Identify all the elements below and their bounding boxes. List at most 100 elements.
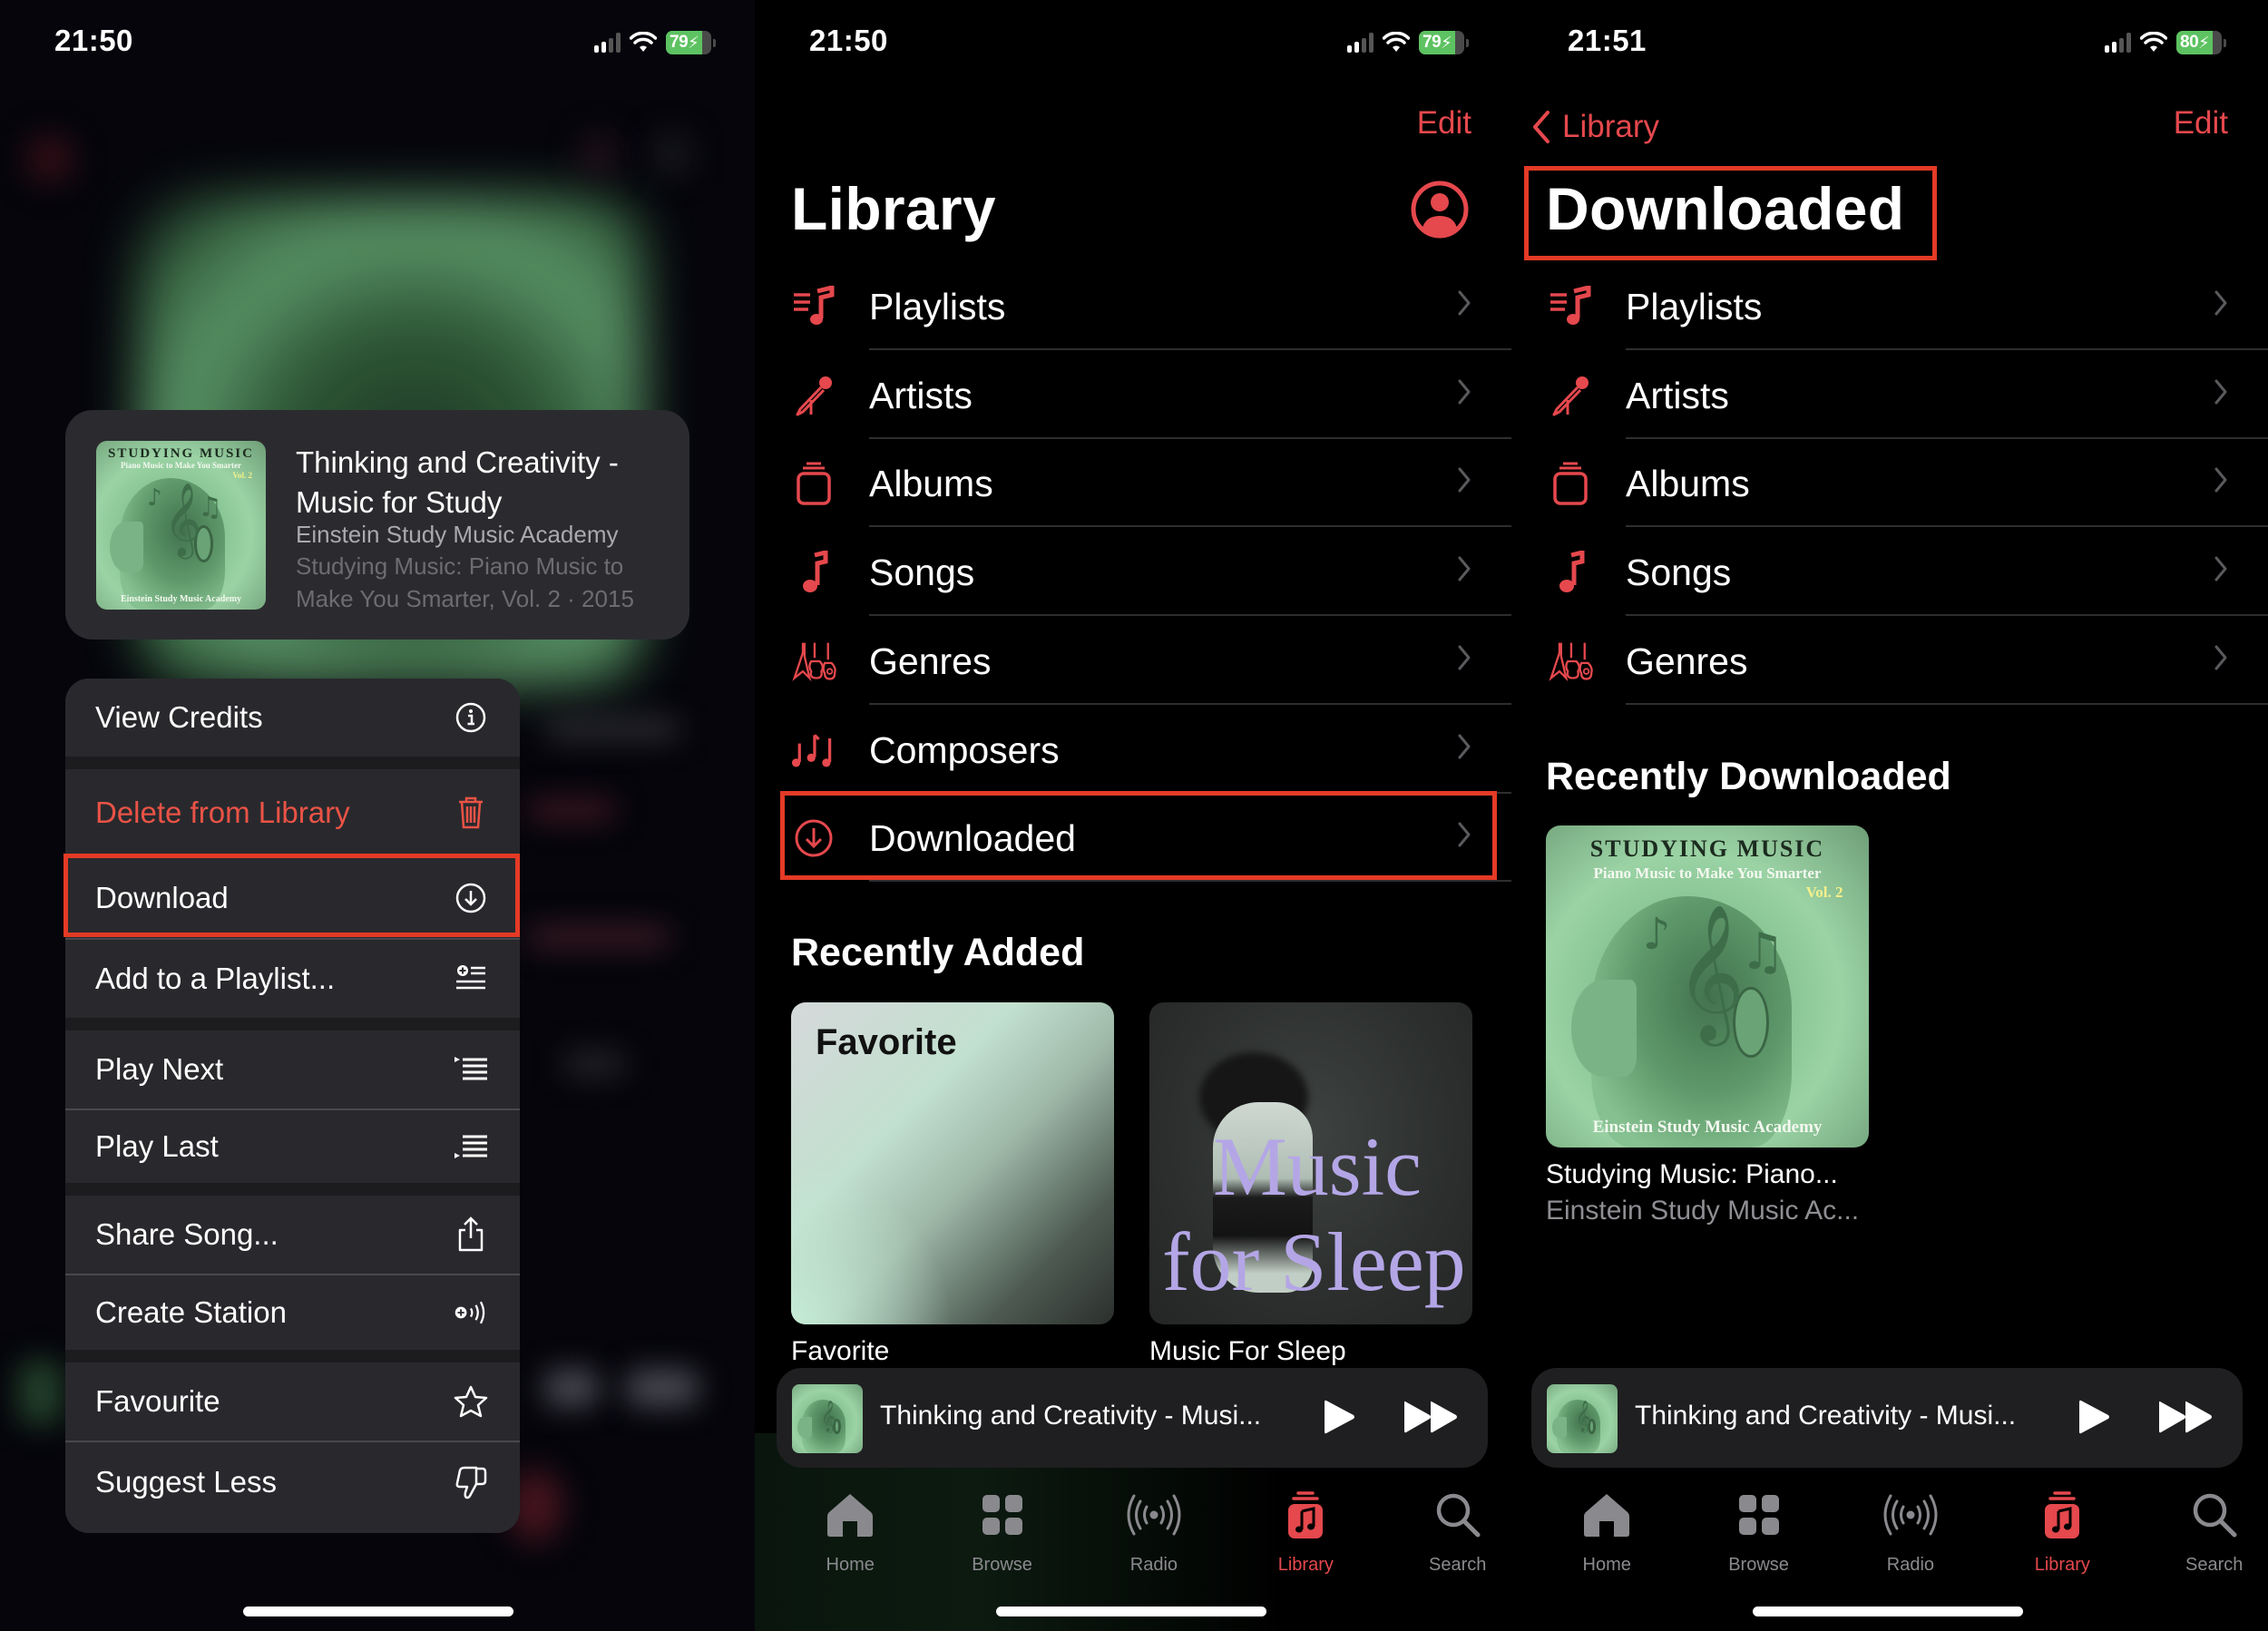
library-row-label: Albums [869, 463, 993, 505]
chevron-right-icon [1457, 378, 1471, 410]
play-button[interactable] [2076, 1397, 2112, 1441]
library-row-songs[interactable]: Songs [1511, 528, 2268, 617]
menu-item-add-to-playlist[interactable]: Add to a Playlist... [65, 940, 520, 1018]
recently-added-label[interactable]: Favorite [791, 1336, 889, 1367]
row-separator [1626, 348, 2268, 350]
library-row-playlists[interactable]: Playlists [755, 262, 1511, 350]
library-row-albums[interactable]: Albums [755, 439, 1511, 528]
tab-search[interactable]: Search [1403, 1488, 1511, 1576]
edit-button[interactable]: Edit [2174, 105, 2228, 142]
menu-item-delete-from-library[interactable]: Delete from Library [65, 769, 520, 856]
fast-forward-button[interactable] [1403, 1399, 1461, 1440]
library-row-artists[interactable]: Artists [755, 351, 1511, 439]
artwork-artist: Einstein Study Music Academy [120, 594, 242, 605]
home-icon [1583, 1488, 1630, 1542]
menu-item-favourite[interactable]: Favourite [65, 1362, 520, 1441]
card-art-text: Favorite [816, 1022, 957, 1062]
tab-radio[interactable]: Radio [1100, 1488, 1208, 1576]
menu-item-label: Delete from Library [95, 796, 350, 829]
recently-downloaded-artist: Einstein Study Music Ac... [1546, 1196, 1860, 1226]
blurred-background-element [544, 1370, 599, 1406]
tab-home[interactable]: Home [796, 1488, 904, 1576]
tab-library[interactable]: Library [1251, 1488, 1360, 1576]
back-button[interactable]: Library [1531, 109, 1659, 145]
treble-clef-icon: 𝄞 [1675, 903, 1745, 1041]
home-indicator[interactable] [1753, 1607, 2023, 1616]
microphone-icon [1548, 373, 1593, 418]
tab-label: Search [1428, 1555, 1487, 1575]
wifi-icon [1383, 32, 1410, 54]
library-row-playlists[interactable]: Playlists [1511, 262, 2268, 350]
recently-added-card-favorite[interactable]: Favorite [791, 1002, 1114, 1324]
tab-label: Search [2185, 1555, 2244, 1575]
play-button[interactable] [1321, 1397, 1357, 1441]
home-indicator[interactable] [243, 1607, 513, 1616]
thumbs-down-icon [453, 1464, 489, 1500]
tab-library[interactable]: Library [2008, 1488, 2116, 1576]
browse-grid-icon [982, 1488, 1023, 1542]
status-time: 21:50 [54, 24, 133, 57]
library-row-downloaded[interactable]: Downloaded [755, 794, 1511, 883]
mini-player[interactable]: 𝄞 Thinking and Creativity - Musi... [1531, 1368, 2243, 1468]
menu-item-create-station[interactable]: Create Station [65, 1275, 520, 1350]
library-row-genres[interactable]: Genres [755, 617, 1511, 705]
library-row-composers[interactable]: Composers [755, 706, 1511, 794]
mini-player-artwork: 𝄞 [792, 1384, 863, 1453]
menu-item-label: Download [95, 881, 229, 914]
mini-player[interactable]: 𝄞 Thinking and Creativity - Musi... [777, 1368, 1488, 1468]
fast-forward-button[interactable] [2157, 1399, 2215, 1440]
chevron-right-icon [2214, 289, 2228, 321]
home-icon [826, 1488, 874, 1542]
library-row-genres[interactable]: Genres [1511, 617, 2268, 705]
status-time: 21:51 [1568, 24, 1647, 57]
library-row-label: Genres [869, 640, 992, 682]
library-row-songs[interactable]: Songs [755, 528, 1511, 617]
chevron-right-icon [2214, 466, 2228, 498]
chevron-right-icon [2214, 555, 2228, 587]
home-indicator[interactable] [996, 1607, 1266, 1616]
tab-browse[interactable]: Browse [1705, 1488, 1813, 1576]
profile-avatar-icon[interactable] [1410, 180, 1470, 244]
recently-downloaded-album-art[interactable]: 𝄞 ♪ ♫ STUDYING MUSIC Piano Music to Make… [1546, 825, 1869, 1148]
library-row-artists[interactable]: Artists [1511, 351, 2268, 439]
recently-added-heading: Recently Added [791, 931, 1085, 974]
tab-label: Browse [1728, 1555, 1789, 1575]
tab-browse[interactable]: Browse [948, 1488, 1057, 1576]
chevron-right-icon [2214, 644, 2228, 676]
library-row-albums[interactable]: Albums [1511, 439, 2268, 528]
tab-home[interactable]: Home [1552, 1488, 1661, 1576]
menu-item-share-song[interactable]: Share Song... [65, 1196, 520, 1274]
library-row-label: Composers [869, 728, 1060, 771]
menu-item-suggest-less[interactable]: Suggest Less [65, 1442, 520, 1533]
context-menu: View Credits Delete from Library Downloa… [65, 679, 520, 1533]
library-row-label: Artists [869, 374, 973, 416]
menu-item-download[interactable]: Download [65, 858, 520, 938]
play-last-icon [453, 1128, 489, 1165]
blurred-background-element [544, 717, 680, 740]
music-note-icon: ♫ [198, 491, 223, 523]
battery-icon: 79 ⚡ [666, 31, 711, 54]
menu-item-label: Suggest Less [95, 1465, 277, 1499]
tab-label: Library [2034, 1555, 2090, 1575]
edit-button[interactable]: Edit [1417, 105, 1471, 142]
status-icons: 79 ⚡ [1347, 29, 1469, 56]
wifi-icon [630, 32, 657, 54]
menu-item-play-last[interactable]: Play Last [65, 1110, 520, 1183]
row-separator [869, 525, 1511, 528]
recently-added-card-music-for-sleep[interactable]: Music for Sleep [1149, 1002, 1472, 1324]
menu-item-view-credits[interactable]: View Credits [65, 679, 520, 757]
tab-bar: Home Browse Radio Library Search [1511, 1488, 2268, 1578]
cellular-signal-icon [2105, 33, 2131, 53]
menu-section-gap [65, 1018, 520, 1030]
menu-item-play-next[interactable]: Play Next [65, 1030, 520, 1108]
recently-added-label[interactable]: Music For Sleep [1149, 1336, 1346, 1367]
status-time: 21:50 [809, 24, 888, 57]
guitars-icon [791, 639, 836, 684]
chevron-right-icon [1457, 821, 1471, 853]
tab-radio[interactable]: Radio [1856, 1488, 1965, 1576]
tab-search[interactable]: Search [2160, 1488, 2268, 1576]
status-icons: 80 ⚡ [2105, 29, 2226, 56]
recently-downloaded-title[interactable]: Studying Music: Piano... [1546, 1159, 1838, 1190]
search-icon [1435, 1488, 1481, 1542]
chevron-right-icon [1457, 555, 1471, 587]
